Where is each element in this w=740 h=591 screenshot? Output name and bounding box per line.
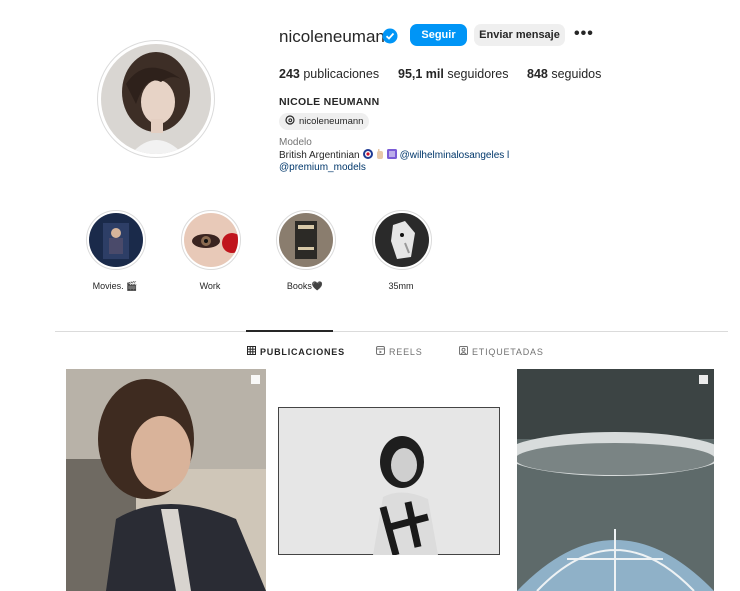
bio-link-premium-models[interactable]: @premium_models [279, 162, 366, 173]
active-tab-indicator [246, 330, 333, 332]
highlight-cover [375, 213, 429, 267]
posts-count: 243 [279, 67, 300, 81]
post-thumbnail[interactable] [517, 369, 714, 591]
highlight-label: Books🖤 [286, 281, 324, 291]
highlight-work[interactable] [181, 210, 241, 270]
highlight-books[interactable] [276, 210, 336, 270]
followers-stat[interactable]: 95,1 mil seguidores [398, 67, 509, 81]
more-options-icon[interactable]: ••• [574, 25, 594, 43]
posts-label: publicaciones [303, 67, 380, 81]
highlight-ring [372, 210, 432, 270]
tab-label: REELS [389, 346, 423, 357]
profile-username: nicoleneumann [279, 27, 395, 46]
highlight-ring [181, 210, 241, 270]
hand-emoji-icon [376, 149, 384, 162]
bio-line-1: British Argentinian @wilhelminalosangele… [279, 149, 509, 162]
bio-text: British Argentinian [279, 150, 360, 161]
uk-flag-icon [362, 149, 373, 162]
highlight-movies[interactable] [86, 210, 146, 270]
highlight-ring [86, 210, 146, 270]
tab-reels[interactable]: REELS [376, 346, 423, 357]
post-thumbnail[interactable] [66, 369, 266, 591]
full-name: NICOLE NEUMANN [279, 96, 380, 108]
highlight-label: Work [199, 281, 221, 291]
avatar[interactable] [101, 44, 211, 154]
list-emoji-icon [386, 149, 397, 162]
post-thumbnail[interactable] [278, 407, 500, 555]
verified-badge-icon [382, 28, 398, 44]
grid-icon [247, 346, 256, 357]
bio-link-wilhelmina[interactable]: @wilhelminalosangeles l [400, 150, 510, 161]
tab-label: PUBLICACIONES [260, 346, 345, 357]
highlight-ring [276, 210, 336, 270]
send-message-button[interactable]: Enviar mensaje [474, 24, 565, 46]
threads-icon [285, 115, 295, 128]
threads-badge[interactable]: nicoleneumann [279, 113, 370, 130]
tagged-icon [459, 346, 468, 357]
tabs-divider [55, 331, 728, 332]
highlight-label: Movies. 🎬 [92, 281, 138, 291]
followers-count: 95,1 mil [398, 67, 444, 81]
reels-icon [376, 346, 385, 357]
following-stat[interactable]: 848 seguidos [527, 67, 601, 81]
followers-label: seguidores [447, 67, 509, 81]
posts-stat: 243 publicaciones [279, 67, 379, 81]
highlight-35mm[interactable] [372, 210, 432, 270]
threads-handle: nicoleneumann [299, 116, 364, 127]
highlight-cover [184, 213, 238, 267]
tab-label: ETIQUETADAS [472, 346, 544, 357]
profile-category: Modelo [279, 137, 312, 148]
follow-button[interactable]: Seguir [410, 24, 467, 46]
tab-publicaciones[interactable]: PUBLICACIONES [247, 346, 345, 357]
highlight-label: 35mm [388, 281, 414, 291]
tab-etiquetadas[interactable]: ETIQUETADAS [459, 346, 544, 357]
highlight-cover [279, 213, 333, 267]
following-label: seguidos [551, 67, 602, 81]
following-count: 848 [527, 67, 548, 81]
highlight-cover [89, 213, 143, 267]
